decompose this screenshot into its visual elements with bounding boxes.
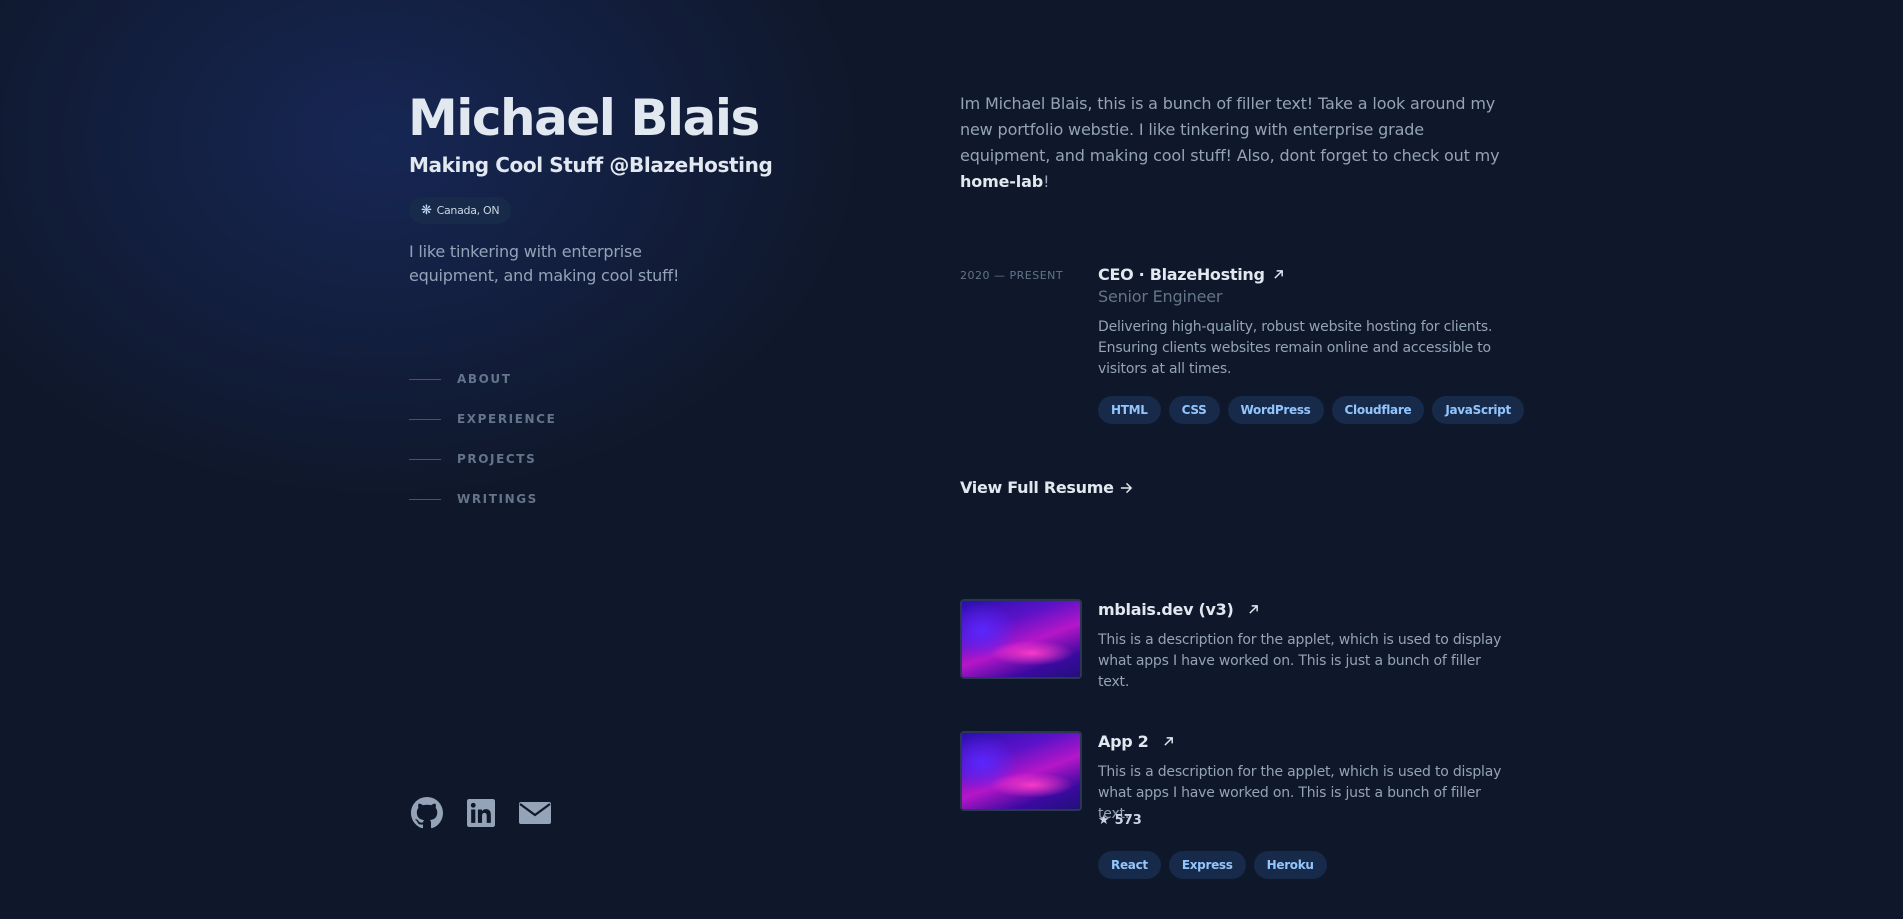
linkedin-icon[interactable] xyxy=(464,796,498,830)
experience-period: 2020 — PRESENT xyxy=(960,269,1064,282)
mail-icon[interactable] xyxy=(518,796,552,830)
github-icon[interactable] xyxy=(410,796,444,830)
experience-title-link[interactable]: CEO · BlazeHosting xyxy=(1098,265,1284,284)
view-resume-link[interactable]: View Full Resume xyxy=(960,478,1133,497)
project-tags: React Express Heroku xyxy=(1098,851,1327,879)
experience-tags: HTML CSS WordPress Cloudflare JavaScript xyxy=(1098,396,1524,424)
nav-indicator-line xyxy=(409,498,441,500)
project-stars[interactable]: ★ 573 xyxy=(1098,813,1142,828)
tag: React xyxy=(1098,851,1161,879)
nav-indicator-line xyxy=(409,418,441,420)
nav-item-projects[interactable]: PROJECTS xyxy=(409,439,556,479)
tagline: Making Cool Stuff @BlazeHosting xyxy=(409,153,773,177)
star-count: 573 xyxy=(1114,813,1142,828)
nav-label: ABOUT xyxy=(457,372,512,386)
tag: Express xyxy=(1168,851,1246,879)
project-description: This is a description for the applet, wh… xyxy=(1098,764,1502,822)
about-text-before: Im Michael Blais, this is a bunch of fil… xyxy=(960,94,1500,165)
arrow-right-icon xyxy=(1120,482,1132,493)
nav-item-experience[interactable]: EXPERIENCE xyxy=(409,399,556,439)
about-text-after: ! xyxy=(1043,172,1050,191)
arrow-up-right-icon xyxy=(1163,737,1173,746)
tag: CSS xyxy=(1168,396,1220,424)
nav-label: PROJECTS xyxy=(457,452,537,466)
nav-label: WRITINGS xyxy=(457,492,538,506)
project-thumbnail[interactable] xyxy=(960,599,1082,679)
view-resume-label: View Full Resume xyxy=(960,478,1114,497)
home-lab-link[interactable]: home-lab xyxy=(960,172,1043,191)
location-label: Canada, ON xyxy=(436,204,500,217)
location-badge: ❋ Canada, ON xyxy=(409,197,512,224)
nav-item-about[interactable]: ABOUT xyxy=(409,359,556,399)
intro-text: I like tinkering with enterprise equipme… xyxy=(409,242,680,285)
nav-indicator-line xyxy=(409,458,441,460)
about-text: Im Michael Blais, this is a bunch of fil… xyxy=(960,91,1500,195)
social-links xyxy=(410,796,552,830)
nav-indicator-line xyxy=(409,378,441,380)
experience-description: Delivering high-quality, robust website … xyxy=(1098,319,1493,377)
project-title: App 2 xyxy=(1098,732,1149,751)
arrow-up-right-icon xyxy=(1273,270,1283,279)
section-nav: ABOUT EXPERIENCE PROJECTS WRITINGS xyxy=(409,359,556,519)
nav-item-writings[interactable]: WRITINGS xyxy=(409,479,556,519)
project-title-link[interactable]: App 2 xyxy=(1098,732,1174,751)
project-thumbnail-image xyxy=(962,601,1080,677)
tag: JavaScript xyxy=(1432,396,1524,424)
arrow-up-right-icon xyxy=(1248,605,1258,614)
tag: Cloudflare xyxy=(1331,396,1425,424)
project-title-link[interactable]: mblais.dev (v3) xyxy=(1098,600,1259,619)
tag: HTML xyxy=(1098,396,1161,424)
page-title: Michael Blais xyxy=(408,89,760,147)
project-thumbnail-image xyxy=(962,733,1080,809)
star-icon: ★ xyxy=(1098,813,1110,828)
project-description: This is a description for the applet, wh… xyxy=(1098,632,1502,690)
nav-label: EXPERIENCE xyxy=(457,412,557,426)
maple-leaf-icon: ❋ xyxy=(421,203,432,218)
project-thumbnail[interactable] xyxy=(960,731,1082,811)
tag: WordPress xyxy=(1227,396,1324,424)
project-title: mblais.dev (v3) xyxy=(1098,600,1234,619)
experience-title: CEO · BlazeHosting xyxy=(1098,265,1265,284)
tag: Heroku xyxy=(1253,851,1327,879)
experience-subtitle: Senior Engineer xyxy=(1098,287,1223,306)
